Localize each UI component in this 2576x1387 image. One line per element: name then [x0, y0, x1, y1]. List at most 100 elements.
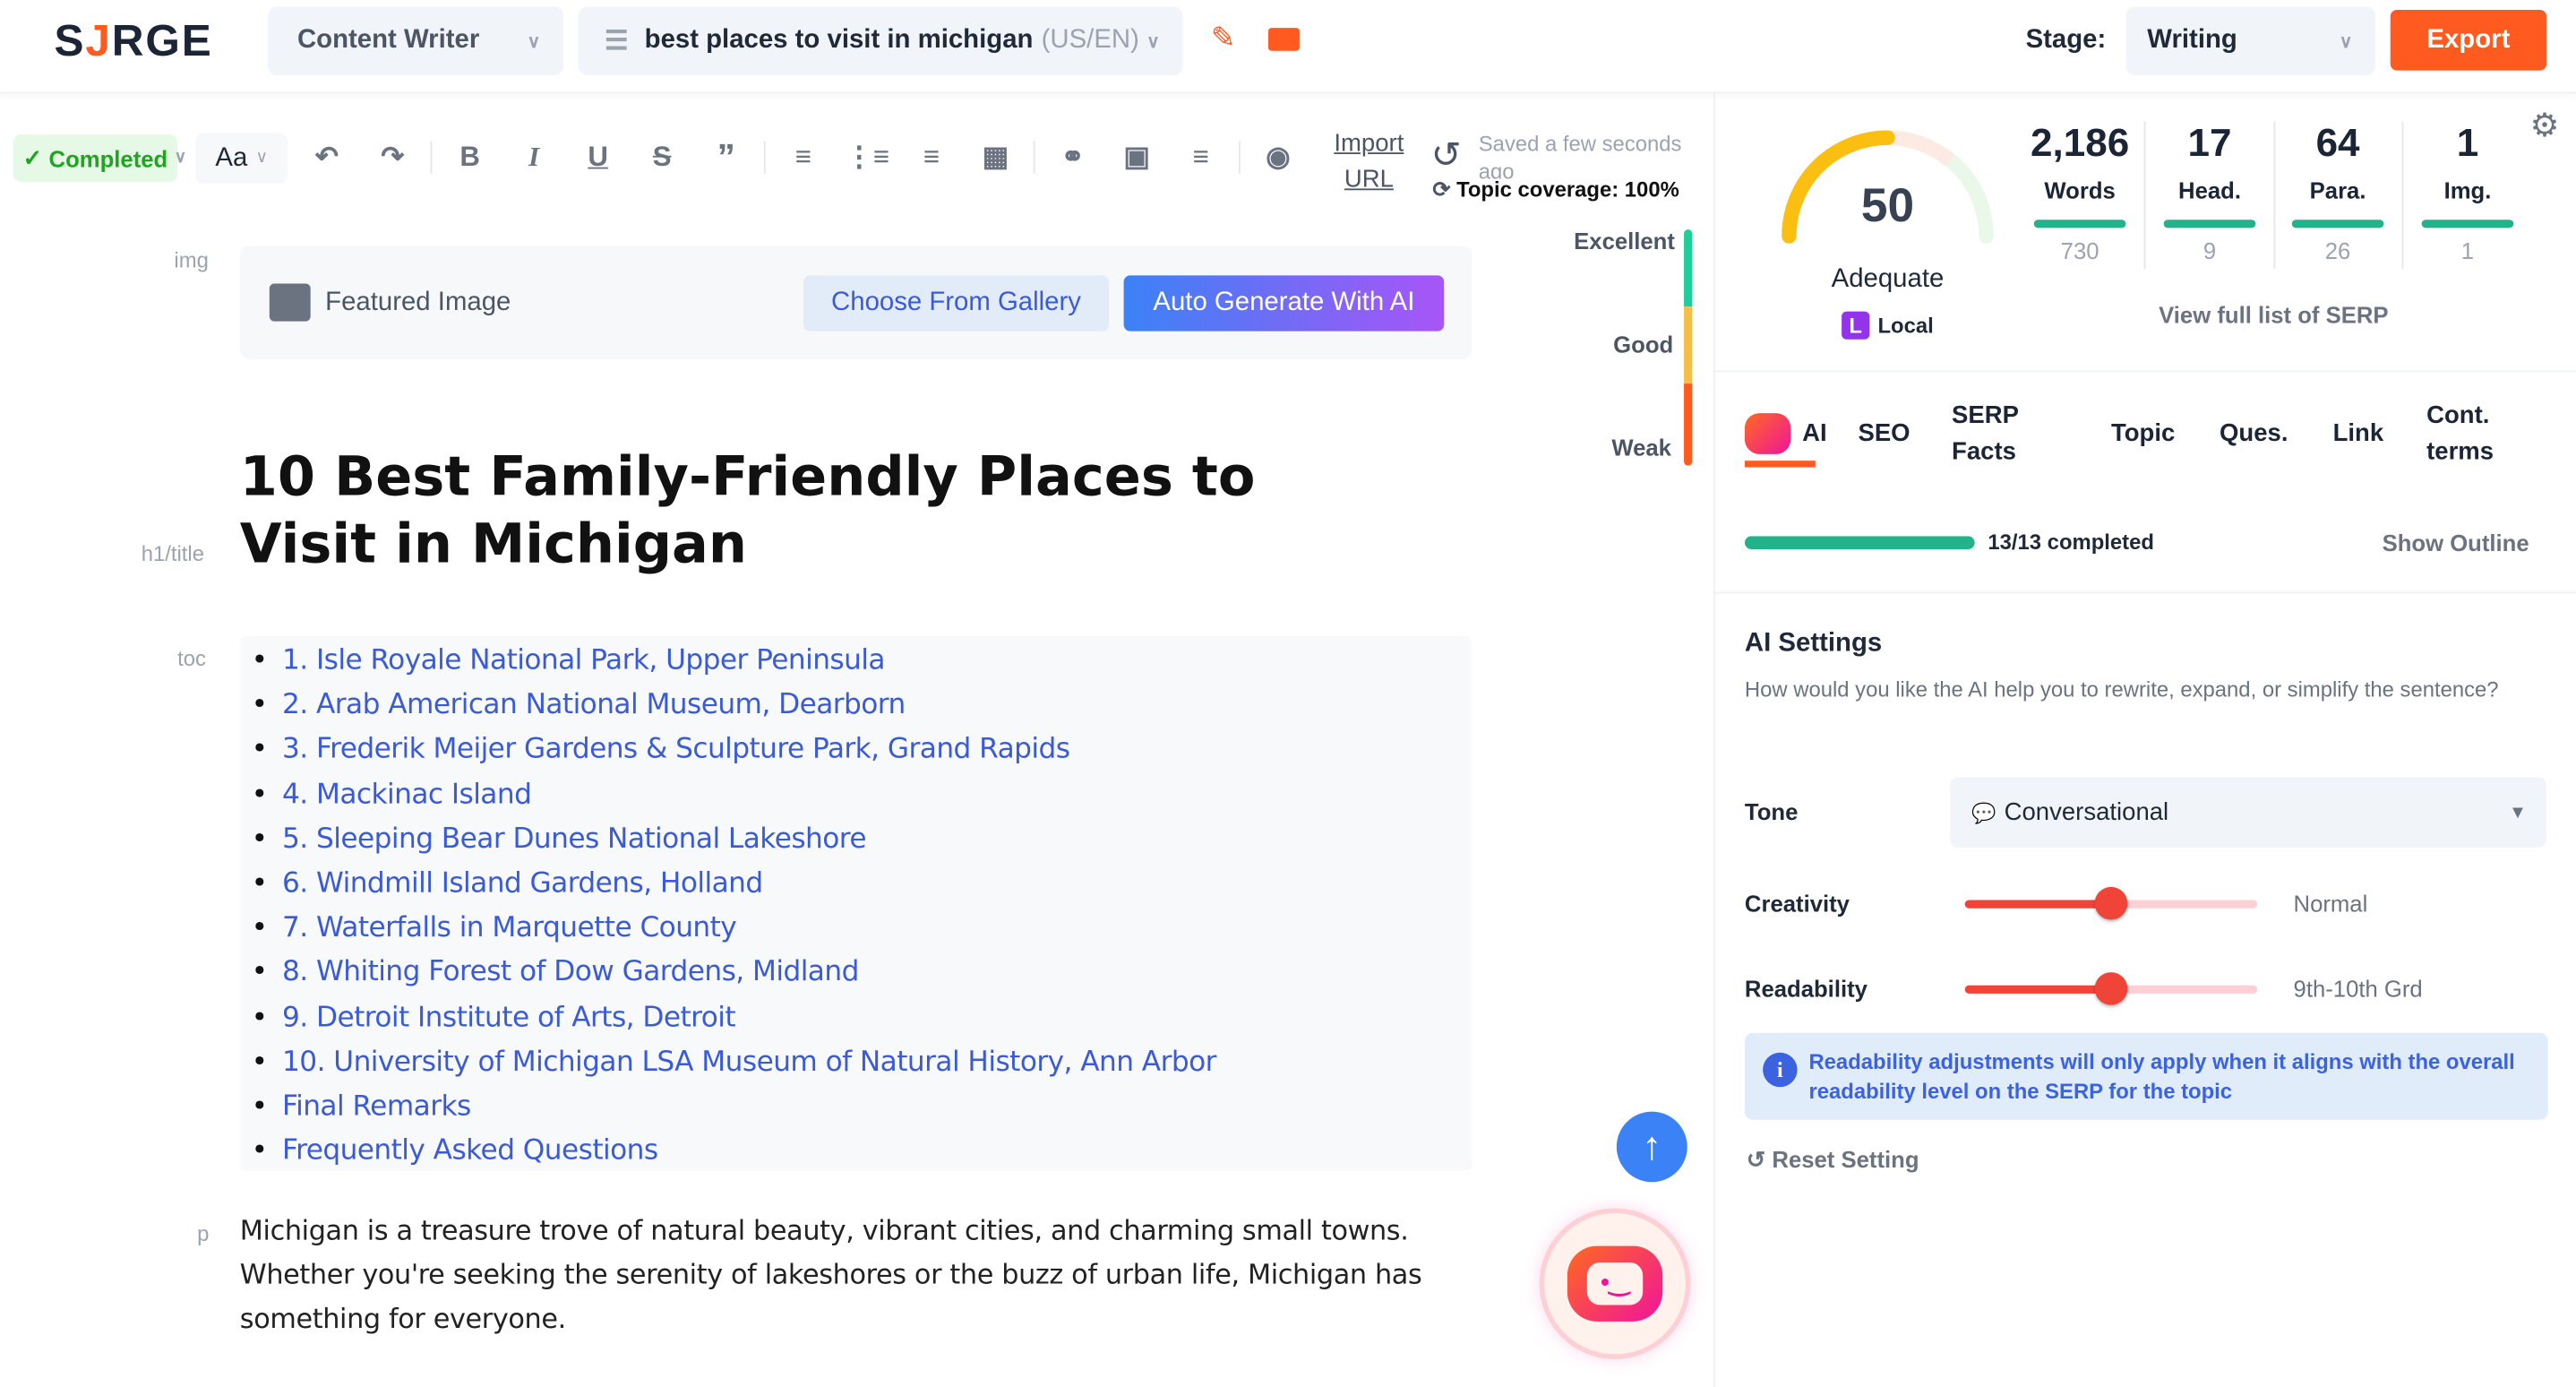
font-style-dropdown[interactable]: Aa ∨	[195, 133, 288, 184]
article-title[interactable]: 10 Best Family-Friendly Places to Visit …	[240, 443, 1390, 577]
toc-link[interactable]: 2. Arab American National Museum, Dearbo…	[252, 684, 1216, 728]
table-of-contents: 1. Isle Royale National Park, Upper Peni…	[252, 640, 1216, 1175]
status-label: Completed	[48, 144, 168, 172]
ai-settings-title: AI Settings	[1744, 629, 1883, 658]
toc-link[interactable]: Frequently Asked Questions	[252, 1130, 1216, 1175]
redo-icon[interactable]: ↷	[368, 141, 417, 174]
bold-icon[interactable]: B	[445, 141, 494, 174]
toc-link[interactable]: 7. Waterfalls in Marquette County	[252, 907, 1216, 952]
font-style-label: Aa	[215, 143, 248, 172]
preview-eye-icon[interactable]: ◉	[1253, 141, 1302, 174]
tab-topic[interactable]: Topic	[2111, 417, 2175, 452]
readability-info-text: Readability adjustments will only apply …	[1808, 1049, 2515, 1103]
keyword-text: best places to visit in michigan	[644, 26, 1034, 55]
readability-slider[interactable]	[1964, 972, 2258, 1005]
tone-value: Conversational	[2004, 798, 2169, 827]
block-label-p: p	[197, 1221, 210, 1246]
stat-label: Head.	[2178, 177, 2241, 203]
show-outline-link[interactable]: Show Outline	[2383, 530, 2529, 556]
active-tab-indicator	[1744, 461, 1816, 468]
tone-select[interactable]: 💬 Conversational ▼	[1950, 777, 2547, 849]
panel-divider	[1713, 93, 1715, 1387]
slider-handle[interactable]	[2094, 972, 2128, 1005]
toc-link[interactable]: 4. Mackinac Island	[252, 773, 1216, 818]
choose-from-gallery-button[interactable]: Choose From Gallery	[803, 275, 1110, 332]
tab-seo[interactable]: SEO	[1858, 417, 1910, 452]
scroll-top-button[interactable]: ↑	[1616, 1111, 1687, 1183]
underline-icon[interactable]: U	[573, 141, 623, 174]
more-format-icon[interactable]: ≡	[1176, 141, 1225, 174]
mode-select[interactable]: Content Writer ∨	[267, 6, 564, 76]
numbered-list-icon[interactable]: ≡	[906, 141, 956, 174]
image-placeholder-icon	[269, 283, 311, 322]
tab-questions[interactable]: Ques.	[2220, 417, 2288, 452]
auto-generate-ai-button[interactable]: Auto Generate With AI	[1123, 275, 1445, 332]
status-dropdown[interactable]: ✓ Completed ∨	[13, 134, 186, 183]
folder-icon[interactable]	[1268, 28, 1300, 51]
reset-icon: ↺	[1746, 1146, 1766, 1173]
bullet-list-icon[interactable]: ⋮≡	[843, 141, 892, 174]
toc-link[interactable]: 9. Detroit Institute of Arts, Detroit	[252, 996, 1216, 1041]
stat-value: 2,186	[2031, 121, 2130, 166]
export-button[interactable]: Export	[2390, 9, 2547, 71]
logo-text: S	[54, 16, 86, 66]
italic-icon[interactable]: I	[510, 141, 559, 174]
settings-gear-icon[interactable]: ⚙	[2530, 105, 2560, 146]
speech-bubble-icon: 💬	[1971, 800, 1996, 824]
reset-setting-button[interactable]: ↺ Reset Setting	[1747, 1146, 1919, 1174]
block-label-img: img	[174, 247, 209, 272]
slider-handle[interactable]	[2094, 886, 2128, 920]
saved-status: Saved a few seconds ago	[1478, 131, 1682, 179]
import-url-link[interactable]: Import URL	[1334, 126, 1404, 199]
creativity-slider[interactable]	[1964, 886, 2258, 920]
link-icon[interactable]: ⚭	[1048, 141, 1097, 174]
toolbar-divider	[1033, 141, 1035, 174]
article-paragraph[interactable]: Michigan is a treasure trove of natural …	[240, 1209, 1464, 1341]
chevron-down-icon: ∨	[2339, 31, 2353, 52]
logo-text: RGE	[111, 16, 213, 66]
readability-label: Readability	[1744, 975, 1868, 1003]
tab-ai[interactable]: AI	[1802, 417, 1827, 452]
quote-icon[interactable]: ”	[701, 136, 751, 179]
stat-bar	[2163, 220, 2256, 228]
toc-link[interactable]: Final Remarks	[252, 1085, 1216, 1130]
topic-coverage-text: Topic coverage: 100%	[1456, 177, 1679, 202]
stat-bar	[2291, 220, 2384, 228]
undo-icon[interactable]: ↶	[302, 141, 351, 174]
toolbar-divider	[430, 141, 433, 174]
stage-label: Stage:	[2025, 26, 2107, 55]
ai-assistant-button[interactable]: •‿	[1539, 1208, 1691, 1359]
table-icon[interactable]: ▦	[971, 141, 1020, 174]
view-serp-link[interactable]: View full list of SERP	[2159, 302, 2388, 328]
image-icon[interactable]: ▣	[1112, 141, 1162, 174]
toc-link[interactable]: 1. Isle Royale National Park, Upper Peni…	[252, 640, 1216, 685]
toc-link[interactable]: 10. University of Michigan LSA Museum of…	[252, 1041, 1216, 1086]
tab-serp-facts[interactable]: SERP Facts	[1952, 399, 2034, 471]
toc-link[interactable]: 5. Sleeping Bear Dunes National Lakeshor…	[252, 818, 1216, 863]
stat-label: Para.	[2309, 177, 2366, 203]
tab-content-terms[interactable]: Cont. terms	[2426, 399, 2509, 471]
import-url-line: Import	[1334, 129, 1404, 158]
app-root: SJRGE Content Writer ∨ ☰ best places to …	[0, 0, 2576, 1387]
toolbar-divider	[763, 141, 766, 174]
toc-link[interactable]: 6. Windmill Island Gardens, Holland	[252, 863, 1216, 908]
locale-text: (US/EN)	[1041, 26, 1139, 55]
stage-select[interactable]: Writing ∨	[2125, 6, 2376, 76]
surge-logo[interactable]: SJRGE	[55, 16, 213, 67]
toc-link[interactable]: 3. Frederik Meijer Gardens & Sculpture P…	[252, 728, 1216, 773]
strikethrough-icon[interactable]: S	[638, 141, 687, 174]
tab-link[interactable]: Link	[2333, 417, 2384, 452]
align-left-icon[interactable]: ≡	[778, 141, 828, 174]
edit-pencil-icon[interactable]: ✎	[1211, 22, 1236, 56]
history-icon[interactable]: ↺	[1431, 134, 1462, 177]
keyword-select[interactable]: ☰ best places to visit in michigan (US/E…	[578, 6, 1183, 76]
chevron-down-icon: ∨	[1146, 31, 1160, 52]
badge-label: Local	[1877, 313, 1934, 338]
arrow-up-icon: ↑	[1642, 1124, 1662, 1168]
stat-paragraphs: 64 Para. 26	[2274, 121, 2402, 264]
featured-image-label: Featured Image	[325, 289, 511, 317]
local-badge: L Local	[1842, 311, 1934, 340]
scale-excellent-label: Excellent	[1574, 228, 1675, 254]
refresh-icon[interactable]: ⟳	[1432, 177, 1450, 202]
toc-link[interactable]: 8. Whiting Forest of Dow Gardens, Midlan…	[252, 952, 1216, 996]
